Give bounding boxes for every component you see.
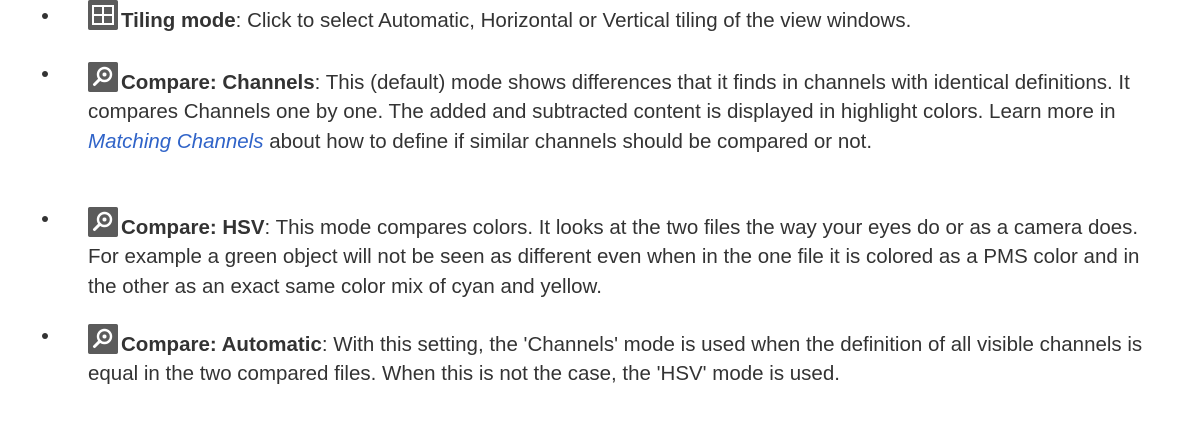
bullet-dot [42,333,48,339]
compare-magnifier-icon [88,207,118,237]
term-separator: : [235,9,248,32]
item-paragraph: Tiling mode: Click to select Automatic, … [88,0,1173,35]
term-label: Compare: HSV [121,216,265,239]
term-separator: : [264,216,276,239]
item-paragraph: Compare: HSV: This mode compares colors.… [88,207,1173,301]
item-paragraph: Compare: Channels: This (default) mode s… [88,62,1173,156]
item-description-continued: about how to define if similar channels … [263,129,873,153]
term-label: Tiling mode [121,9,236,32]
compare-magnifier-icon [88,62,118,92]
term-separator: : [321,333,334,356]
item-paragraph: Compare: Automatic: With this setting, t… [88,324,1173,389]
term-label: Compare: Channels [121,71,315,94]
term-separator: : [314,71,326,94]
bullet-dot [42,71,48,77]
compare-magnifier-icon [88,324,118,354]
matching-channels-link[interactable]: Matching Channels [88,130,264,153]
item-description: Click to select Automatic, Horizontal or… [247,9,912,32]
tiling-grid-icon [88,0,118,30]
term-label: Compare: Automatic [121,333,322,356]
bullet-dot [42,13,48,19]
bullet-dot [42,216,48,222]
